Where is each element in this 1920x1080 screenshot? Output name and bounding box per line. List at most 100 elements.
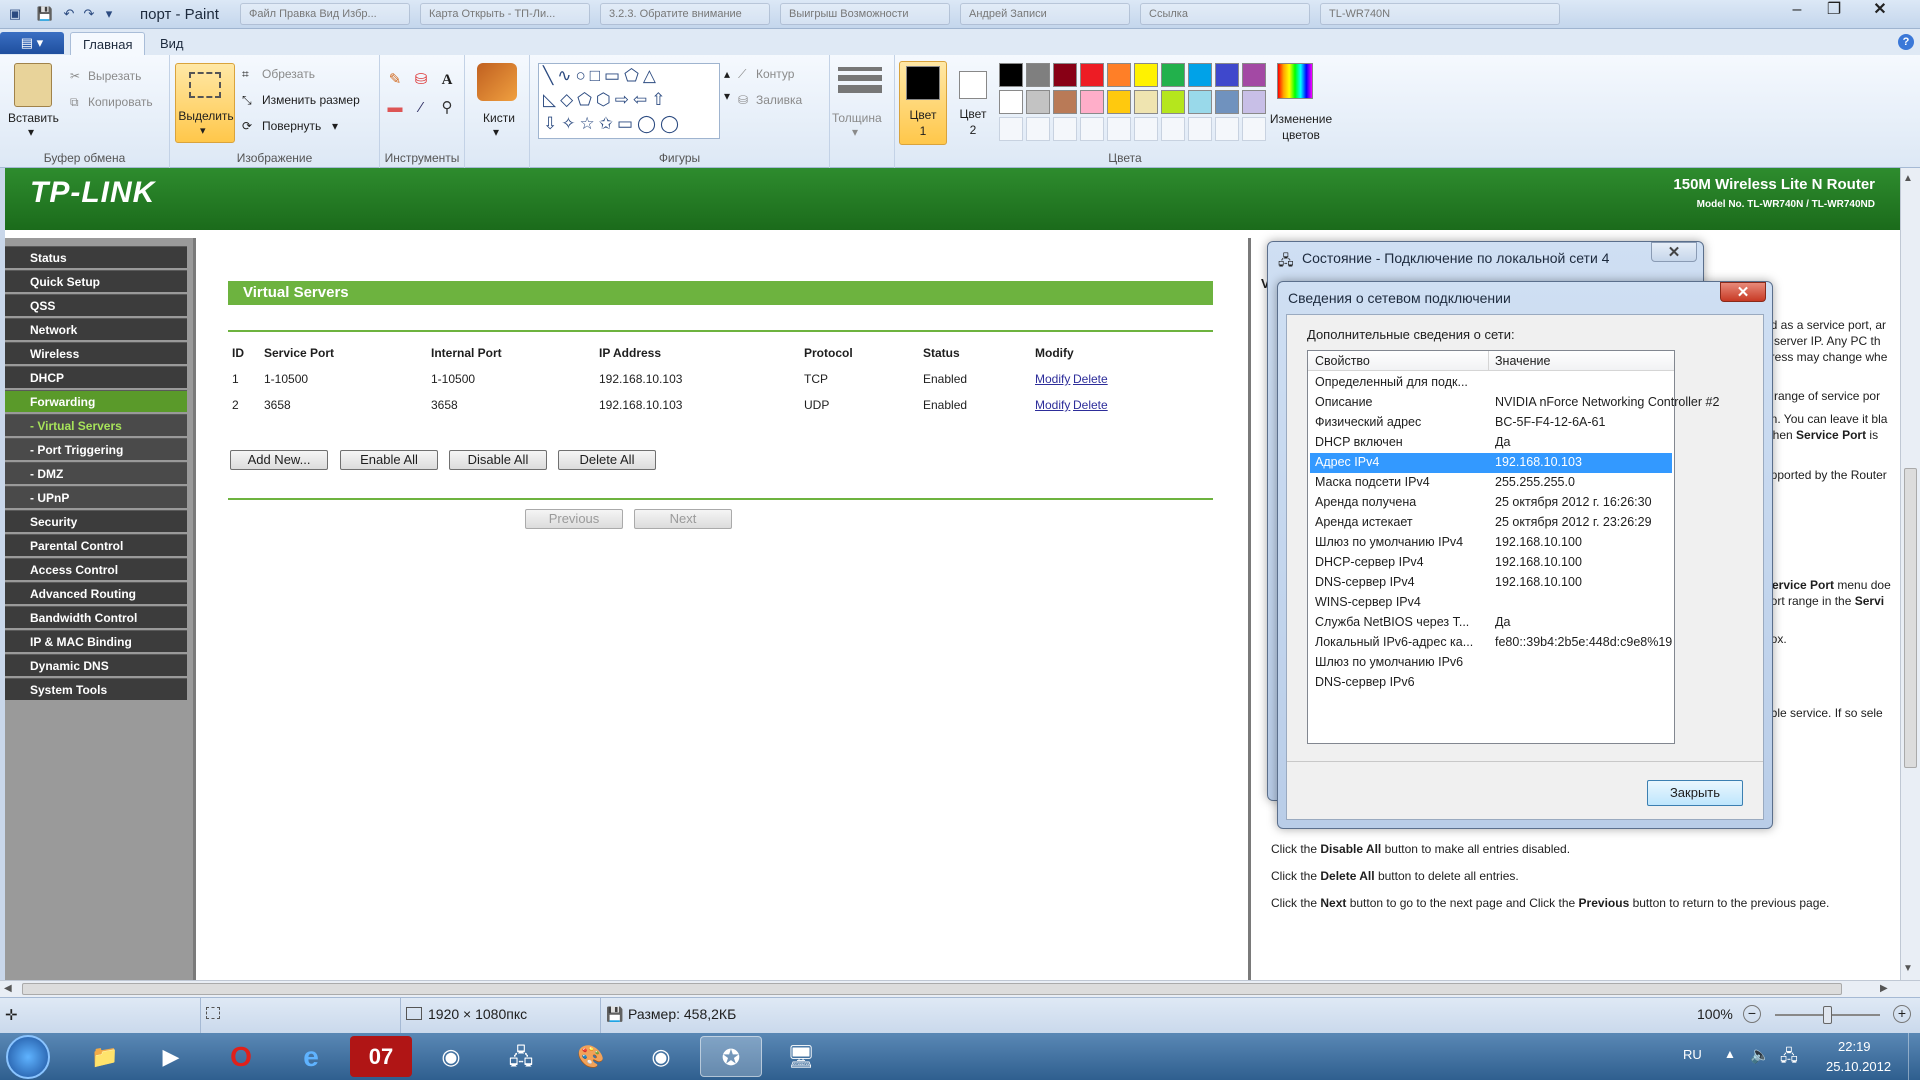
scroll-left-icon[interactable]: ◀ <box>4 983 12 994</box>
pencil-icon[interactable]: ✎ <box>384 69 406 91</box>
opera-icon[interactable]: O <box>210 1036 272 1077</box>
select-button[interactable]: Выделить ▾ <box>175 63 235 143</box>
size-button[interactable]: Толщина <box>832 111 882 125</box>
list-item[interactable]: DHCP включен Да <box>1310 433 1672 453</box>
color-swatch[interactable] <box>999 90 1023 114</box>
chrome-profile-icon[interactable]: ◉ <box>630 1036 692 1077</box>
color-picker-icon[interactable]: ⁄ <box>410 97 432 119</box>
menu-item-upnp[interactable]: - UPnP <box>5 486 187 508</box>
outline-button[interactable]: Контур <box>756 67 794 81</box>
crop-button[interactable]: Обрезать <box>262 67 315 81</box>
color-swatch[interactable] <box>1188 63 1212 87</box>
text-tool-icon[interactable]: A <box>436 69 458 91</box>
color-swatch[interactable] <box>1107 63 1131 87</box>
network-manager-icon[interactable]: 🖧 <box>490 1036 552 1077</box>
list-item[interactable]: Маска подсети IPv4 255.255.255.0 <box>1310 473 1672 493</box>
close-button[interactable]: Закрыть <box>1647 780 1743 806</box>
menu-item-port-triggering[interactable]: - Port Triggering <box>5 438 187 460</box>
menu-item-system-tools[interactable]: System Tools <box>5 678 187 700</box>
rotate-dropdown-icon[interactable]: ▾ <box>332 119 338 133</box>
custom-color-slot[interactable] <box>1242 117 1266 141</box>
column-header-value[interactable]: Значение <box>1495 354 1550 368</box>
custom-color-slot[interactable] <box>1080 117 1104 141</box>
redo-icon[interactable]: ↷ <box>80 5 98 23</box>
paint-app-icon[interactable]: ▣ <box>6 5 24 23</box>
menu-item-network[interactable]: Network <box>5 318 187 340</box>
internet-explorer-icon[interactable]: e <box>280 1036 342 1077</box>
menu-item-security[interactable]: Security <box>5 510 187 532</box>
delete-link[interactable]: Delete <box>1073 398 1108 412</box>
list-item[interactable]: Адрес IPv4 192.168.10.103 <box>1310 453 1672 473</box>
vertical-scrollbar[interactable]: ▲ ▼ <box>1900 168 1920 980</box>
brushes-button[interactable]: Кисти <box>483 111 515 125</box>
modify-link[interactable]: Modify <box>1035 398 1070 412</box>
list-item[interactable]: Физический адрес BC-5F-F4-12-6A-61 <box>1310 413 1672 433</box>
list-item[interactable]: Аренда получена 25 октября 2012 г. 16:26:… <box>1310 493 1672 513</box>
paste-button[interactable]: Вставить <box>8 111 59 125</box>
edit-colors-button[interactable]: Изменение цветов <box>1265 111 1337 143</box>
explorer-icon[interactable]: 📁 <box>74 1036 136 1077</box>
size-dropdown-icon[interactable]: ▾ <box>852 125 858 139</box>
color-swatch[interactable] <box>1215 63 1239 87</box>
show-desktop-button[interactable] <box>1908 1033 1920 1080</box>
close-window-button[interactable]: ✕ <box>1855 0 1905 22</box>
edit-colors-icon[interactable] <box>1277 63 1313 99</box>
scroll-right-icon[interactable]: ▶ <box>1880 983 1888 994</box>
language-indicator[interactable]: RU <box>1683 1047 1702 1062</box>
custom-color-slot[interactable] <box>1188 117 1212 141</box>
eraser-icon[interactable]: ▬ <box>384 97 406 119</box>
chrome-icon[interactable]: ◉ <box>420 1036 482 1077</box>
color-swatch[interactable] <box>1188 90 1212 114</box>
zoom-in-icon[interactable]: + <box>1893 1005 1911 1023</box>
menu-item-forwarding[interactable]: Forwarding <box>5 390 187 412</box>
list-item[interactable]: Аренда истекает 25 октября 2012 г. 23:26:… <box>1310 513 1672 533</box>
tab-view[interactable]: Вид <box>148 32 196 55</box>
color2-button[interactable]: Цвет 2 <box>949 61 997 145</box>
shapes-gallery[interactable]: ╲∿○□▭⬠△ ◺◇⬠⬡⇨⇦⇧ ⇩✧☆✩▭◯◯ <box>538 63 720 139</box>
enable-all-button[interactable]: Enable All <box>340 450 438 470</box>
details-listview[interactable]: Свойство Значение Определенный для подк.… <box>1307 350 1719 744</box>
tray-expand-icon[interactable]: ▲ <box>1724 1047 1736 1061</box>
list-item[interactable]: Шлюз по умолчанию IPv6 <box>1310 653 1672 673</box>
previous-button[interactable]: Previous <box>525 509 623 529</box>
network-tray-icon[interactable]: 🖧 <box>1780 1045 1798 1072</box>
magnifier-icon[interactable]: ⚲ <box>436 97 458 119</box>
volume-icon[interactable]: 🔈 <box>1750 1045 1770 1065</box>
paste-dropdown-icon[interactable]: ▾ <box>28 125 34 139</box>
next-button[interactable]: Next <box>634 509 732 529</box>
clock-date[interactable]: 25.10.2012 <box>1826 1059 1891 1074</box>
color-swatch[interactable] <box>1134 90 1158 114</box>
delete-link[interactable]: Delete <box>1073 372 1108 386</box>
custom-color-slot[interactable] <box>1053 117 1077 141</box>
column-header-property[interactable]: Свойство <box>1315 354 1370 368</box>
menu-item-ip-mac-binding[interactable]: IP & MAC Binding <box>5 630 187 652</box>
custom-color-slot[interactable] <box>1161 117 1185 141</box>
color-swatch[interactable] <box>1080 63 1104 87</box>
color-swatch[interactable] <box>1215 90 1239 114</box>
fill-bucket-icon[interactable]: ⛁ <box>410 69 432 91</box>
shapes-scroll-down-icon[interactable]: ▾ <box>724 89 730 103</box>
list-item[interactable]: WINS-сервер IPv4 <box>1310 593 1672 613</box>
scroll-thumb[interactable] <box>1904 468 1917 768</box>
color-swatch[interactable] <box>1026 90 1050 114</box>
custom-color-slot[interactable] <box>1107 117 1131 141</box>
copy-button[interactable]: Копировать <box>88 95 153 109</box>
modify-link[interactable]: Modify <box>1035 372 1070 386</box>
color1-button[interactable]: Цвет 1 <box>899 61 947 145</box>
list-item[interactable]: Описание NVIDIA nForce Networking Control… <box>1310 393 1719 413</box>
status-dialog-close-button[interactable]: ✕ <box>1651 242 1697 262</box>
custom-color-slot[interactable] <box>1215 117 1239 141</box>
skype-icon[interactable]: ✪ <box>700 1036 762 1077</box>
menu-item-status[interactable]: Status <box>5 246 187 268</box>
brush-icon[interactable] <box>477 63 517 101</box>
menu-item-bandwidth-control[interactable]: Bandwidth Control <box>5 606 187 628</box>
list-item[interactable]: Служба NetBIOS через Т... Да <box>1310 613 1672 633</box>
paint-icon[interactable]: 🎨 <box>560 1036 622 1077</box>
color-swatch[interactable] <box>1026 63 1050 87</box>
color-swatch[interactable] <box>1242 90 1266 114</box>
list-item[interactable]: DNS-сервер IPv6 <box>1310 673 1672 693</box>
calendar-app-icon[interactable]: 07 <box>350 1036 412 1077</box>
menu-item-advanced-routing[interactable]: Advanced Routing <box>5 582 187 604</box>
menu-item-dynamic-dns[interactable]: Dynamic DNS <box>5 654 187 676</box>
maximize-button[interactable]: ❐ <box>1817 0 1851 22</box>
